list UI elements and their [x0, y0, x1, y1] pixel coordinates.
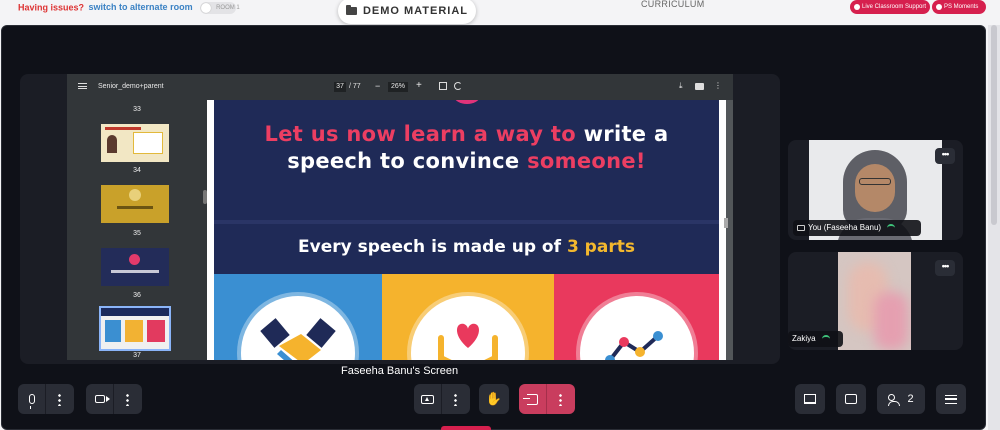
- more-vertical-icon: [126, 392, 129, 406]
- chat-button[interactable]: [836, 384, 866, 414]
- fit-page-icon[interactable]: [439, 82, 447, 90]
- hamburger-menu-icon: [945, 394, 957, 404]
- hand-icon: ✋: [485, 391, 503, 406]
- participants-count: 2: [907, 393, 914, 405]
- participant-tile-self[interactable]: ••• You (Faseeha Banu): [788, 140, 963, 240]
- page-scrollbar[interactable]: [988, 25, 1000, 430]
- more-vertical-icon: [454, 392, 457, 406]
- screen-share-caption: Faseeha Banu's Screen: [341, 365, 459, 377]
- rotate-icon[interactable]: [454, 82, 462, 90]
- more-vertical-icon: [58, 392, 61, 406]
- slide-heading: Let us now learn a way to write a speech…: [264, 122, 669, 173]
- wifi-icon: [821, 335, 830, 341]
- curriculum-tab[interactable]: CURRICULUM: [641, 0, 705, 9]
- demo-material-button[interactable]: DEMO MATERIAL: [338, 0, 476, 24]
- thumbnail-page-current[interactable]: [99, 306, 171, 351]
- handshake-icon: [241, 296, 355, 360]
- screen-share-control: [414, 384, 470, 414]
- wifi-icon: [887, 224, 896, 230]
- exit-icon: [523, 393, 538, 405]
- microphone-icon: [28, 394, 35, 409]
- switch-room-link[interactable]: switch to alternate room: [89, 2, 193, 12]
- ps-moments-button[interactable]: PS Moments: [932, 0, 986, 14]
- pdf-menu-icon[interactable]: [78, 83, 87, 89]
- zoom-out-icon[interactable]: −: [375, 81, 380, 91]
- camera-options-button[interactable]: [114, 384, 141, 414]
- issues-banner: Having issues? switch to alternate room …: [18, 2, 240, 14]
- pdf-toolbar: Senior_demo+parent 37 / 77 − 26% + ⤓ ⋮: [67, 74, 733, 100]
- pdf-title: Senior_demo+parent: [98, 83, 164, 90]
- participant-video: [838, 252, 911, 350]
- live-support-button[interactable]: Live Classroom Support: [850, 0, 930, 14]
- pdf-more-icon[interactable]: ⋮: [714, 81, 722, 90]
- issues-text: Having issues?: [18, 2, 85, 13]
- thumbnail-sidebar: 33 34 35 36 37: [67, 100, 207, 360]
- slide-subheading: Every speech is made up of 3 parts: [298, 237, 635, 257]
- participant-name-tag: Zakiya: [788, 331, 843, 347]
- print-icon[interactable]: [695, 83, 704, 90]
- page-total: / 77: [349, 83, 361, 90]
- slide-scrollbar[interactable]: [724, 218, 728, 228]
- leave-options-button[interactable]: [547, 384, 574, 414]
- download-icon[interactable]: ⤓: [679, 81, 683, 91]
- heart-hands-icon: [411, 296, 525, 360]
- part-card-2: [382, 274, 554, 360]
- screen-share-tile: Senior_demo+parent 37 / 77 − 26% + ⤓ ⋮ 3…: [20, 74, 780, 364]
- leave-button[interactable]: [519, 384, 546, 414]
- people-icon: [888, 394, 901, 406]
- room-toggle[interactable]: ROOM 1: [200, 2, 240, 14]
- thumb-label: 37: [133, 352, 141, 359]
- zoom-in-icon[interactable]: +: [416, 80, 422, 91]
- participant-tile-zakiya[interactable]: ••• Zakiya: [788, 252, 963, 350]
- mic-button[interactable]: [18, 384, 45, 414]
- share-screen-button[interactable]: [414, 384, 441, 414]
- page-number-input[interactable]: 37: [334, 82, 346, 92]
- thumbnail-page[interactable]: [101, 185, 169, 223]
- mic-options-button[interactable]: [46, 384, 73, 414]
- pdf-viewer: Senior_demo+parent 37 / 77 − 26% + ⤓ ⋮ 3…: [67, 74, 733, 360]
- share-screen-icon: [421, 394, 434, 404]
- camera-control: [86, 384, 142, 414]
- whiteboard-icon: [804, 394, 816, 404]
- meeting-area: Senior_demo+parent 37 / 77 − 26% + ⤓ ⋮ 3…: [1, 25, 986, 430]
- folder-icon: [345, 5, 357, 15]
- thumbnail-page[interactable]: [101, 124, 169, 162]
- growth-chart-icon: [580, 296, 694, 360]
- tile-more-icon[interactable]: •••: [935, 148, 955, 164]
- slide-heading-panel: Let us now learn a way to write a speech…: [214, 100, 719, 220]
- camera-button[interactable]: [86, 384, 113, 414]
- chat-icon: [845, 394, 857, 404]
- leave-control: [519, 384, 575, 414]
- microphone-control: [18, 384, 74, 414]
- raise-hand-button[interactable]: ✋: [479, 384, 509, 414]
- zoom-level-input[interactable]: 26%: [388, 82, 408, 92]
- participants-button[interactable]: 2: [877, 384, 925, 414]
- demo-material-label: DEMO MATERIAL: [362, 5, 469, 17]
- slide-subheading-panel: Every speech is made up of 3 parts: [214, 224, 719, 274]
- whiteboard-button[interactable]: [795, 384, 825, 414]
- participant-name-tag: You (Faseeha Banu): [793, 220, 921, 236]
- screen-share-icon: [797, 225, 805, 231]
- top-bar: Having issues? switch to alternate room …: [0, 0, 1000, 24]
- menu-button[interactable]: [936, 384, 966, 414]
- camera-icon: [94, 395, 110, 403]
- thumb-label: 34: [133, 167, 141, 174]
- part-card-1: [214, 274, 382, 360]
- more-vertical-icon: [559, 392, 562, 406]
- part-card-3: [554, 274, 719, 360]
- slide-page: Let us now learn a way to write a speech…: [207, 100, 726, 360]
- share-options-button[interactable]: [442, 384, 469, 414]
- bottom-indicator: [441, 426, 491, 430]
- thumb-label: 36: [133, 292, 141, 299]
- tile-more-icon[interactable]: •••: [935, 260, 955, 276]
- thumb-label: 35: [133, 230, 141, 237]
- thumb-label: 33: [133, 106, 141, 113]
- thumbnail-page[interactable]: [101, 248, 169, 286]
